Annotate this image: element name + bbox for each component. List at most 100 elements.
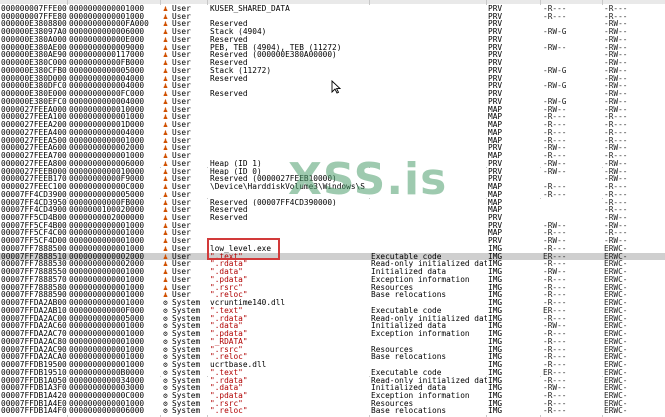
owner-cell: User (172, 252, 191, 261)
content-cell (371, 237, 487, 245)
table-row[interactable]: 000000E380EFC0000000000000004000 ♟ User PRV… (0, 97, 665, 106)
table-row[interactable]: 00007FF7888580000000000000001000 ♟ User ".r… (0, 283, 665, 292)
type-cell: IMG (488, 337, 503, 346)
info-cell: ".data" (210, 322, 243, 331)
content-cell (371, 98, 487, 106)
initial-protection-cell: ERWC- (604, 291, 628, 300)
table-row[interactable]: 00007FFDA2AB1000000000000000F000 ⚙ System "… (0, 306, 665, 315)
table-row[interactable]: 00007FF5CF4B00000000000000001000 ♟ User PRV… (0, 221, 665, 230)
table-row[interactable]: 00007FFDB1A42000000000000000C000 ⚙ System "… (0, 392, 665, 400)
table-row[interactable]: 00007FFDB19500000000000000001000 ⚙ System u… (0, 361, 665, 369)
user-person-icon: ♟ (163, 291, 168, 300)
table-row[interactable]: 00007FF7888570000000000000001000 ♟ User ".p… (0, 275, 665, 284)
info-cell: ucrtbase.dll (210, 361, 267, 369)
owner-cell: User (172, 260, 191, 269)
initial-protection-cell: -RW-- (604, 66, 628, 75)
table-row[interactable]: 000000007FFE00000000000000001000 ♟ User KUS… (0, 5, 665, 13)
type-cell: MAP (488, 190, 503, 199)
table-row[interactable]: 00007FFDA2ACA0000000000000001000 ⚙ System "… (0, 353, 665, 361)
table-row[interactable]: 000000E380CFB0000000000000005000 ♟ User Sta… (0, 66, 665, 75)
info-cell: Reserved (210, 213, 248, 222)
table-row[interactable]: 00007FF7888510000000000000002000♟User".t… (0, 252, 665, 261)
type-cell: IMG (488, 260, 503, 269)
table-row[interactable]: 0000027FEEA400000000000000004000 ♟ User MAP… (0, 128, 665, 137)
table-row[interactable]: 000000E380880000000000000000FA000 ♟ User Re… (0, 20, 665, 29)
table-row[interactable]: 00007FFDA2AB00000000000000001000 ⚙ System v… (0, 299, 665, 307)
initial-protection-cell: -RW-- (604, 221, 628, 230)
user-person-icon: ♟ (163, 167, 168, 176)
table-row[interactable]: 0000027FEEA600000000000000002000 ♟ User PRV… (0, 144, 665, 152)
size-cell: 00000000000F9000 (69, 175, 145, 183)
table-row[interactable]: 00007FFDB1A050000000000000034000 ⚙ System "… (0, 376, 665, 385)
size-cell: 0000000000009000 (69, 43, 145, 52)
size-cell: 0000000000001000 (69, 299, 145, 307)
address-cell: 00007FF5CD4B0000 (1, 213, 67, 222)
table-row[interactable]: 00007FFDA2AC60000000000000001000 ⚙ System "… (0, 322, 665, 331)
protection-cell (543, 75, 573, 83)
initial-protection-cell: ERWC- (604, 361, 628, 369)
user-person-icon: ♟ (163, 35, 168, 44)
initial-protection-cell: ERWC- (604, 283, 628, 292)
address-cell: 00007FF788858000 (1, 283, 67, 292)
owner-cell: System (172, 330, 201, 338)
table-row[interactable]: 0000027FEEA20000000000000001D000 ♟ User MAP… (0, 121, 665, 129)
table-row[interactable]: 00007FF7888590000000000000001000 ♟ User ".r… (0, 291, 665, 300)
table-row[interactable]: 00007FF7888550000000000000001000 ♟ User ".d… (0, 268, 665, 276)
table-row[interactable]: 000000E380C0000000000000000FB000 ♟ User Res… (0, 59, 665, 67)
table-row[interactable]: 00007FFDA2AC70000000000000001000 ⚙ System "… (0, 330, 665, 338)
table-row[interactable]: 00007FF5CF4D00000000000000001000 ♟ User PRV… (0, 237, 665, 245)
table-row[interactable]: 000000E380A00000000000000000E000 ♟ User Res… (0, 35, 665, 44)
table-row[interactable]: 00007FF7888500000000000000001000♟Userlow… (0, 244, 665, 253)
type-cell: IMG (488, 322, 503, 331)
table-row[interactable]: 00007FFDB1A4F0000000000000006000 ⚙ System "… (0, 407, 665, 416)
info-cell: vcruntime140.dll (210, 299, 286, 307)
owner-cell: User (172, 291, 191, 300)
size-cell: 0000000000002000 (69, 144, 145, 152)
table-row[interactable]: 00007FFDA2AC00000000000000005000 ⚙ System "… (0, 314, 665, 323)
initial-protection-cell: -R--- (604, 152, 628, 160)
protection-cell: -RW-- (543, 268, 567, 276)
size-cell: 0000000000004000 (69, 74, 145, 83)
memory-map-table[interactable]: 000000007FFE00000000000000001000♟UserKUS… (0, 0, 665, 417)
size-cell: 0000000000001000 (69, 399, 145, 408)
content-cell: Resources (371, 345, 414, 354)
system-gear-icon: ⚙ (163, 353, 168, 361)
table-row[interactable]: 000000E380AE00000000000000009000 ♟ User PEB… (0, 43, 665, 52)
table-row[interactable]: 00007FF5CF4C00000000000000001000 ♟ User MAP… (0, 229, 665, 238)
table-row[interactable]: 000000E380AE90000000000000117000 ♟ User Res… (0, 51, 665, 60)
initial-protection-cell: -RW-- (604, 159, 628, 168)
table-row[interactable]: 00007FFDA2AC80000000000000001000 ⚙ System "… (0, 337, 665, 346)
type-cell: IMG (488, 268, 503, 276)
owner-cell: User (172, 268, 191, 276)
table-row[interactable]: 00007FFDB1A4E0000000000000001000 ⚙ System "… (0, 399, 665, 408)
table-row[interactable]: 00007FFDB195100000000000000B0000 ⚙ System "… (0, 368, 665, 377)
info-cell: KUSER_SHARED_DATA (210, 5, 290, 13)
type-cell: IMG (488, 345, 503, 354)
info-cell (210, 229, 368, 237)
owner-cell: User (172, 128, 191, 137)
owner-cell: User (172, 221, 191, 230)
user-person-icon: ♟ (163, 74, 168, 83)
protection-cell: -RW-- (543, 159, 567, 168)
address-cell: 0000027FEEC10000 (1, 183, 67, 191)
type-cell: IMG (488, 283, 503, 292)
table-row[interactable]: 0000027FEEA500000000000000001000 ♟ User MAP… (0, 136, 665, 145)
table-row[interactable]: 00007FF5CD4B00000000000002000000 ♟ User Res… (0, 213, 665, 222)
initial-protection-cell: -RW-- (604, 51, 628, 60)
table-row[interactable]: 00007FF7888530000000000000002000 ♟ User ".r… (0, 260, 665, 269)
size-cell: 0000000000001000 (69, 291, 145, 300)
table-row[interactable]: 000000007FFE80000000000000001000 ♟ User PRV… (0, 12, 665, 21)
initial-protection-cell: -RW-- (604, 213, 628, 222)
protection-cell: -R--- (543, 244, 567, 253)
table-row[interactable]: 0000027FEEA000000000000000010000 ♟ User MAP… (0, 105, 665, 114)
table-row[interactable]: 0000027FEEA100000000000000001000 ♟ User MAP… (0, 113, 665, 122)
table-row[interactable]: 00007FF4CD4900000000000100020000 ♟ User Res… (0, 206, 665, 214)
user-person-icon: ♟ (163, 275, 168, 284)
info-cell: Reserved (210, 90, 248, 98)
table-row[interactable]: 00007FFDB1A3F0000000000000003000 ⚙ System "… (0, 384, 665, 392)
table-row[interactable]: 00007FFDA2AC90000000000000001000 ⚙ System "… (0, 345, 665, 354)
address-cell: 00007FFDA2AC0000 (1, 314, 67, 323)
type-cell: PRV (488, 43, 503, 52)
owner-cell: System (172, 399, 201, 408)
table-row[interactable]: 000000E38097A0000000000000006000 ♟ User Sta… (0, 28, 665, 36)
